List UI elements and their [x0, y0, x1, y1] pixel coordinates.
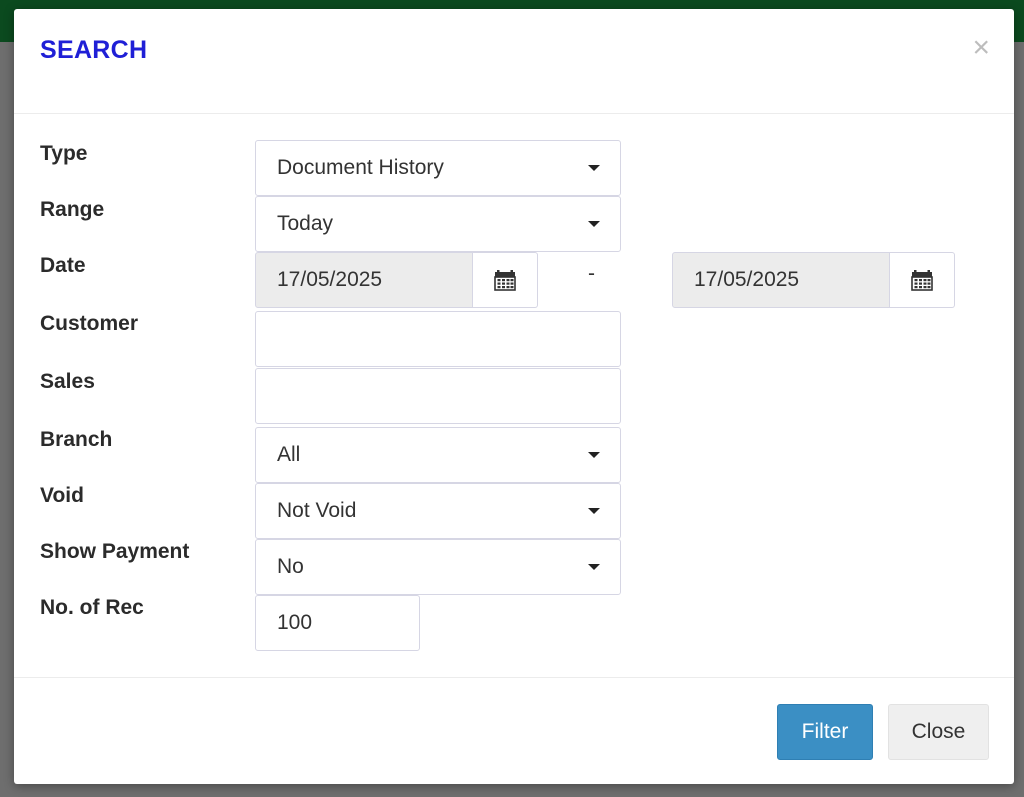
chevron-down-icon — [588, 452, 600, 458]
date-to-input[interactable]: 17/05/2025 — [672, 252, 890, 308]
no-of-rec-label: No. of Rec — [40, 596, 144, 619]
branch-select-value: All — [277, 443, 301, 466]
type-label: Type — [40, 142, 88, 165]
date-from-input[interactable]: 17/05/2025 — [255, 252, 473, 308]
calendar-icon — [494, 270, 516, 291]
chevron-down-icon — [588, 221, 600, 227]
range-select[interactable]: Today — [255, 196, 621, 252]
chevron-down-icon — [588, 564, 600, 570]
branch-label: Branch — [40, 428, 113, 451]
date-range-separator: - — [588, 262, 595, 285]
dialog-header: SEARCH × — [14, 9, 1014, 114]
range-label: Range — [40, 198, 105, 221]
show-payment-select[interactable]: No — [255, 539, 621, 595]
void-select-value: Not Void — [277, 499, 357, 522]
chevron-down-icon — [588, 508, 600, 514]
date-label: Date — [40, 254, 86, 277]
date-to-calendar-button[interactable] — [890, 252, 955, 308]
dialog-title: SEARCH — [40, 36, 148, 64]
void-label: Void — [40, 484, 84, 507]
customer-label: Customer — [40, 312, 139, 335]
customer-input[interactable] — [255, 311, 621, 367]
close-button[interactable]: Close — [888, 704, 989, 760]
chevron-down-icon — [588, 165, 600, 171]
close-icon[interactable]: × — [972, 33, 990, 63]
filter-button[interactable]: Filter — [777, 704, 873, 760]
no-of-rec-input[interactable]: 100 — [255, 595, 420, 651]
range-select-value: Today — [277, 212, 334, 235]
sales-label: Sales — [40, 370, 95, 393]
date-from-calendar-button[interactable] — [473, 252, 538, 308]
dialog-footer: Filter Close — [14, 677, 1014, 785]
branch-select[interactable]: All — [255, 427, 621, 483]
type-select[interactable]: Document History — [255, 140, 621, 196]
show-payment-select-value: No — [277, 555, 304, 578]
calendar-icon — [911, 270, 933, 291]
show-payment-label: Show Payment — [40, 540, 190, 563]
type-select-value: Document History — [277, 156, 444, 179]
sales-input[interactable] — [255, 368, 621, 424]
search-dialog: SEARCH × Type Document History Range Tod… — [14, 9, 1014, 784]
void-select[interactable]: Not Void — [255, 483, 621, 539]
